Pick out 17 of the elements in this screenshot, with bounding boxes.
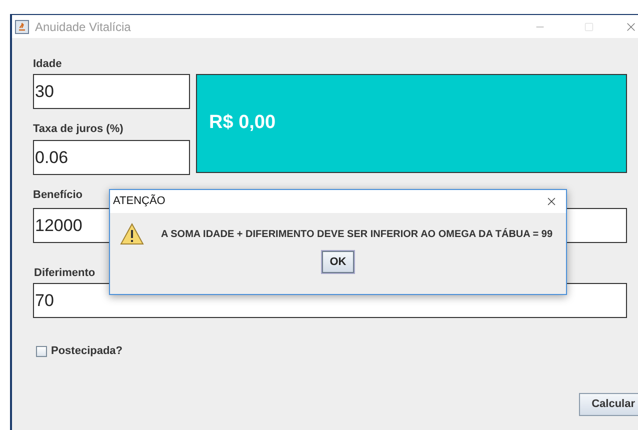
close-icon[interactable] [545,195,558,208]
app-icon [15,20,29,34]
postecipada-checkbox[interactable]: Postecipada? [36,343,638,360]
calculate-button[interactable]: Calcular [578,392,638,416]
text-field[interactable]: 0.06 [33,140,190,175]
field-label: Diferimento [33,266,96,281]
dialog-message: A SOMA IDADE + DIFERIMENTO DEVE SER INFERIOR AO OMEGA DA TÁBUA = 99 [161,227,553,242]
checkbox-box[interactable] [36,346,47,357]
field-label: Taxa de juros (%) [33,122,124,137]
window-title: Anuidade Vitalícia [35,18,131,36]
warning-icon [120,223,144,245]
dialog-title: ATENÇÃO [113,193,166,210]
field-label: Benefício [33,188,83,203]
text-field[interactable]: 30 [33,74,190,109]
result-value: R$ 0,00 [209,111,276,136]
field-label: Idade [33,57,62,72]
ok-button[interactable]: OK [322,251,354,273]
